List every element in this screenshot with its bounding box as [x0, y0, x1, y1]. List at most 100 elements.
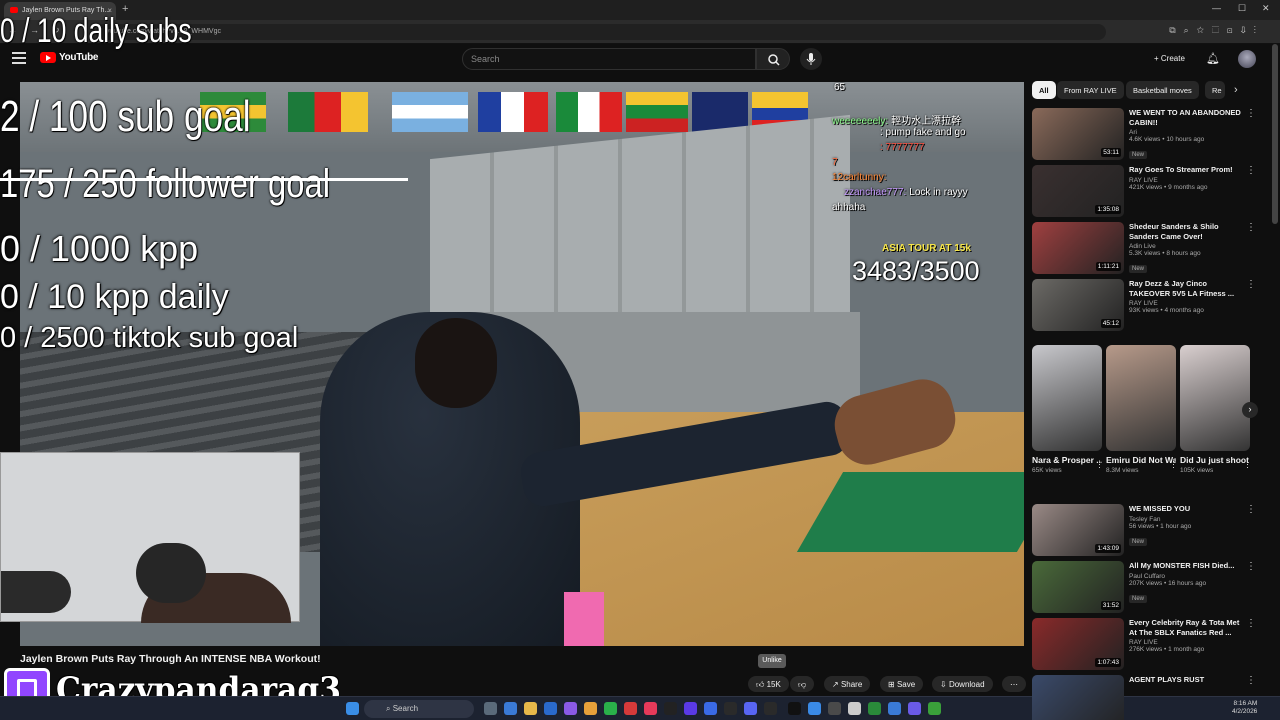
video-title[interactable]: All My MONSTER FISH Died... [1129, 561, 1249, 571]
chip-basketball-moves[interactable]: Basketball moves [1126, 81, 1199, 99]
video-thumbnail[interactable]: 31:52 [1032, 561, 1124, 613]
more-options-icon[interactable]: ⋮ [1246, 279, 1256, 290]
page-scrollbar[interactable] [1272, 44, 1278, 224]
video-thumbnail[interactable]: 53:11 [1032, 108, 1124, 160]
chrome-icon[interactable] [624, 702, 637, 715]
more-options-icon[interactable]: ⋮ [1246, 561, 1256, 572]
sidebar-video-item[interactable]: 53:11 WE WENT TO AN ABANDONED CABIN!! Ari 4… [1032, 108, 1262, 162]
video-title[interactable]: Ray Goes To Streamer Prom! [1129, 165, 1249, 175]
more-options-icon[interactable]: ⋮ [1246, 618, 1256, 629]
video-title[interactable]: Ray Dezz & Jay Cinco TAKEOVER 5V5 LA Fit… [1129, 279, 1249, 298]
notifications-bell-icon[interactable]: 🔔︎ [1206, 52, 1220, 65]
app-icon[interactable] [888, 702, 901, 715]
sidebar-video-item[interactable]: 1:35:08 Ray Goes To Streamer Prom! RAY LIV… [1032, 165, 1262, 219]
taskbar-search[interactable]: ⌕ Search [364, 700, 474, 718]
app-icon[interactable] [808, 702, 821, 715]
video-title[interactable]: Shedeur Sanders & Shilo Sanders Came Ove… [1129, 222, 1249, 241]
spotify-icon[interactable] [604, 702, 617, 715]
short-thumbnail[interactable] [1106, 345, 1176, 451]
channel-name[interactable]: RAY LIVE [1129, 177, 1249, 184]
search-input[interactable]: Search [462, 48, 756, 70]
video-thumbnail[interactable]: 1:11:21 [1032, 222, 1124, 274]
youtube-logo[interactable]: YouTube [40, 52, 99, 63]
edge-icon[interactable] [504, 702, 517, 715]
save-button[interactable]: ⊞ Save [880, 676, 924, 692]
short-title[interactable]: Did Ju just shoot her ... [1180, 455, 1250, 466]
video-title[interactable]: Every Celebrity Ray & Tota Met At The SB… [1129, 618, 1249, 637]
task-view-icon[interactable] [484, 702, 497, 715]
more-actions-button[interactable]: ⋯ [1002, 676, 1026, 692]
channel-name[interactable]: Paul Cuffaro [1129, 573, 1249, 580]
download-button[interactable]: ⇩ Download [932, 676, 993, 692]
video-title[interactable]: WE WENT TO AN ABANDONED CABIN!! [1129, 108, 1249, 127]
more-options-icon[interactable]: ⋮ [1246, 675, 1256, 686]
sidebar-video-item[interactable]: AGENT PLAYS RUST ⋮ [1032, 675, 1262, 720]
tiktok-icon[interactable] [664, 702, 677, 715]
app-icon[interactable] [704, 702, 717, 715]
video-thumbnail[interactable]: 45:12 [1032, 279, 1124, 331]
app-icon[interactable] [584, 702, 597, 715]
short-item[interactable]: Did Ju just shoot her ... 105K views ⋮ [1180, 345, 1252, 495]
share-button[interactable]: ↗ Share [824, 676, 871, 692]
short-item[interactable]: Emiru Did Not Want T... 8.3M views ⋮ [1106, 345, 1178, 495]
sidebar-video-item[interactable]: 45:12 Ray Dezz & Jay Cinco TAKEOVER 5V5 L… [1032, 279, 1262, 333]
more-options-icon[interactable]: ⋮ [1243, 459, 1252, 470]
account-avatar[interactable] [1238, 50, 1256, 68]
start-icon[interactable] [346, 702, 359, 715]
channel-name[interactable]: Adin Live [1129, 243, 1249, 250]
dislike-button[interactable]: 👎︎ [790, 676, 815, 692]
more-options-icon[interactable]: ⋮ [1246, 222, 1256, 233]
more-options-icon[interactable]: ⋮ [1246, 165, 1256, 176]
chips-next-icon[interactable]: › [1234, 84, 1238, 96]
more-options-icon[interactable]: ⋮ [1169, 459, 1178, 470]
app-icon[interactable] [928, 702, 941, 715]
address-bar[interactable]: youtube.com/watch?v=...8_WHMVgc [96, 24, 1106, 40]
create-button[interactable]: + Create [1146, 48, 1196, 70]
mail-icon[interactable] [544, 702, 557, 715]
chip-partial[interactable]: Re [1205, 81, 1225, 99]
chip-all[interactable]: All [1032, 81, 1056, 99]
more-options-icon[interactable]: ⋮ [1246, 108, 1256, 119]
app-icon[interactable] [724, 702, 737, 715]
video-thumbnail[interactable]: 1:35:08 [1032, 165, 1124, 217]
video-title[interactable]: WE MISSED YOU [1129, 504, 1249, 514]
excel-icon[interactable] [868, 702, 881, 715]
sidebar-video-item[interactable]: 1:07:43 Every Celebrity Ray & Tota Met At… [1032, 618, 1262, 672]
short-title[interactable]: Nara & Prosper ... [1032, 455, 1102, 466]
video-thumbnail[interactable] [1032, 675, 1124, 720]
short-title[interactable]: Emiru Did Not Want T... [1106, 455, 1176, 466]
video-thumbnail[interactable]: 1:43:09 [1032, 504, 1124, 556]
chip-from-ray-live[interactable]: From RAY LIVE [1057, 81, 1124, 99]
file-explorer-icon[interactable] [524, 702, 537, 715]
more-options-icon[interactable]: ⋮ [1246, 504, 1256, 515]
app-icon[interactable] [764, 702, 777, 715]
voice-search-button[interactable] [800, 48, 822, 70]
more-options-icon[interactable]: ⋮ [1095, 459, 1104, 470]
kick-icon[interactable] [788, 702, 801, 715]
channel-name[interactable]: RAY LIVE [1129, 300, 1249, 307]
hamburger-menu-icon[interactable] [12, 52, 26, 64]
sidebar-video-item[interactable]: 1:43:09 WE MISSED YOU Tesley Fan 56 views •… [1032, 504, 1262, 558]
sidebar-video-item[interactable]: 31:52 All My MONSTER FISH Died... Paul Cuf… [1032, 561, 1262, 615]
app-icon[interactable] [828, 702, 841, 715]
video-thumbnail[interactable]: 1:07:43 [1032, 618, 1124, 670]
short-thumbnail[interactable] [1032, 345, 1102, 451]
extension-icons[interactable]: ⧉⌕☆⬚⊡⇩⋮ [1169, 25, 1264, 36]
like-button[interactable]: 👍︎ 15K [748, 676, 789, 692]
sidebar-video-item[interactable]: 1:11:21 Shedeur Sanders & Shilo Sanders C… [1032, 222, 1262, 276]
discord-icon[interactable] [744, 702, 757, 715]
app-icon[interactable] [684, 702, 697, 715]
short-thumbnail[interactable] [1180, 345, 1250, 451]
app-icon[interactable] [908, 702, 921, 715]
channel-name[interactable]: Tesley Fan [1129, 516, 1249, 523]
search-button[interactable] [756, 48, 790, 70]
close-window-icon[interactable]: ✕ [1262, 3, 1270, 14]
video-title[interactable]: AGENT PLAYS RUST [1129, 675, 1249, 685]
app-icon[interactable] [848, 702, 861, 715]
short-item[interactable]: Nara & Prosper ... 65K views ⋮ [1032, 345, 1104, 495]
app-icon[interactable] [644, 702, 657, 715]
minimize-icon[interactable]: — [1212, 3, 1221, 13]
maximize-icon[interactable]: ☐ [1238, 3, 1246, 14]
app-icon[interactable] [564, 702, 577, 715]
shorts-next-icon[interactable]: › [1242, 402, 1258, 418]
